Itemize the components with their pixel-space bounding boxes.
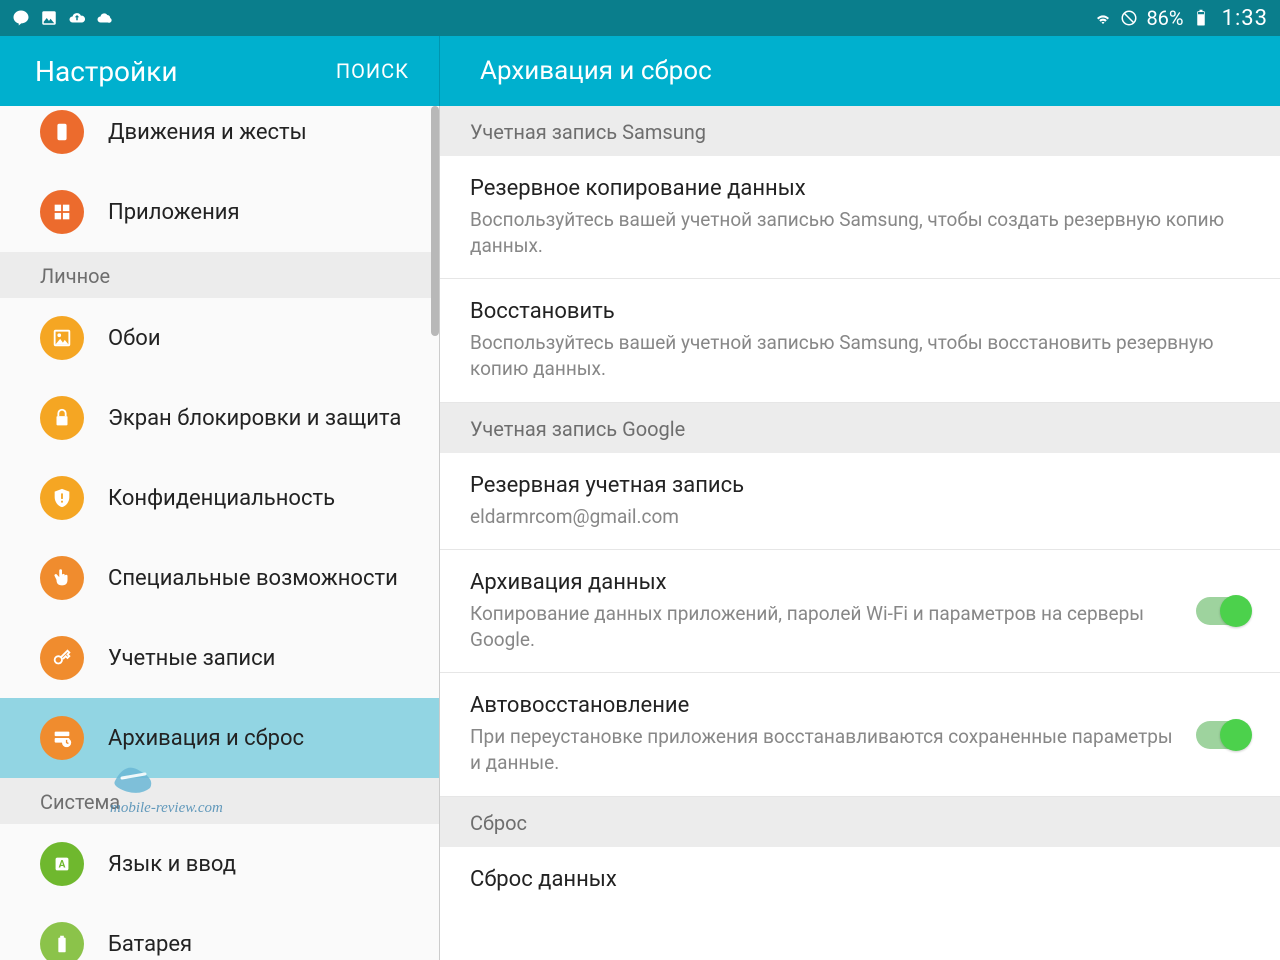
gallery-icon: [40, 9, 58, 27]
item-autorestore[interactable]: Автовосстановление При переустановке при…: [440, 673, 1280, 796]
wallpaper-icon: [40, 316, 84, 360]
status-bar: 86% 1:33: [0, 0, 1280, 36]
battery-percent: 86%: [1146, 6, 1183, 30]
item-title: Архивация данных: [470, 570, 1176, 595]
sidebar-item-label: Экран блокировки и защита: [108, 406, 401, 431]
item-archive-data[interactable]: Архивация данных Копирование данных прил…: [440, 550, 1280, 673]
sidebar-item-battery[interactable]: Батарея: [0, 904, 439, 960]
item-subtitle: Воспользуйтесь вашей учетной записью Sam…: [470, 330, 1250, 381]
sidebar-item-label: Обои: [108, 326, 161, 351]
item-backup-data[interactable]: Резервное копирование данных Воспользуйт…: [440, 156, 1280, 279]
hangouts-icon: [12, 9, 30, 27]
detail-title: Архивация и сброс: [480, 56, 712, 86]
item-subtitle: Копирование данных приложений, паролей W…: [470, 601, 1176, 652]
backup-icon: [40, 716, 84, 760]
sidebar-item-backup[interactable]: Архивация и сброс: [0, 698, 439, 778]
language-icon: A: [40, 842, 84, 886]
privacy-icon: [40, 476, 84, 520]
settings-title: Настройки: [35, 55, 177, 88]
section-system: Система: [0, 778, 439, 824]
cloud-upload-icon: [68, 9, 86, 27]
sidebar-item-label: Специальные возможности: [108, 566, 398, 591]
item-restore[interactable]: Восстановить Воспользуйтесь вашей учетно…: [440, 279, 1280, 402]
battery-settings-icon: [40, 922, 84, 960]
scrollbar[interactable]: [431, 106, 439, 336]
item-factory-reset[interactable]: Сброс данных: [440, 847, 1280, 918]
sidebar-item-lockscreen[interactable]: Экран блокировки и защита: [0, 378, 439, 458]
sidebar-item-label: Батарея: [108, 932, 192, 957]
clock: 1:33: [1222, 6, 1268, 31]
sidebar-item-accessibility[interactable]: Специальные возможности: [0, 538, 439, 618]
item-subtitle: Воспользуйтесь вашей учетной записью Sam…: [470, 207, 1250, 258]
search-button[interactable]: ПОИСК: [336, 59, 409, 83]
key-icon: [40, 636, 84, 680]
section-google: Учетная запись Google: [440, 403, 1280, 453]
apps-icon: [40, 190, 84, 234]
wifi-icon: [1094, 9, 1112, 27]
sidebar-item-privacy[interactable]: Конфиденциальность: [0, 458, 439, 538]
motion-icon: [40, 110, 84, 154]
detail-panel[interactable]: Учетная запись Samsung Резервное копиров…: [440, 106, 1280, 960]
item-subtitle: При переустановке приложения восстанавли…: [470, 724, 1176, 775]
sidebar-item-accounts[interactable]: Учетные записи: [0, 618, 439, 698]
item-title: Автовосстановление: [470, 693, 1176, 718]
sidebar-item-label: Учетные записи: [108, 646, 275, 671]
no-disturb-icon: [1120, 9, 1138, 27]
item-title: Резервное копирование данных: [470, 176, 1250, 201]
lock-icon: [40, 396, 84, 440]
item-title: Восстановить: [470, 299, 1250, 324]
toggle-autorestore[interactable]: [1196, 721, 1250, 749]
sidebar-item-label: Конфиденциальность: [108, 486, 335, 511]
section-samsung: Учетная запись Samsung: [440, 106, 1280, 156]
hand-icon: [40, 556, 84, 600]
settings-sidebar[interactable]: Движения и жесты Приложения Личное Обои …: [0, 106, 440, 960]
sidebar-item-apps[interactable]: Приложения: [0, 172, 439, 252]
sidebar-item-label: Язык и ввод: [108, 852, 236, 877]
svg-text:A: A: [59, 860, 66, 871]
item-title: Резервная учетная запись: [470, 473, 1250, 498]
section-personal: Личное: [0, 252, 439, 298]
app-bar: Настройки ПОИСК Архивация и сброс: [0, 36, 1280, 106]
toggle-archive[interactable]: [1196, 597, 1250, 625]
sidebar-item-wallpaper[interactable]: Обои: [0, 298, 439, 378]
onedrive-icon: [96, 9, 114, 27]
sidebar-item-motion[interactable]: Движения и жесты: [0, 106, 439, 172]
section-reset: Сброс: [440, 797, 1280, 847]
sidebar-item-label: Приложения: [108, 200, 240, 225]
sidebar-item-language[interactable]: A Язык и ввод: [0, 824, 439, 904]
battery-icon: [1192, 9, 1210, 27]
item-backup-account[interactable]: Резервная учетная запись eldarmrcom@gmai…: [440, 453, 1280, 551]
sidebar-item-label: Архивация и сброс: [108, 726, 304, 751]
item-title: Сброс данных: [470, 867, 1250, 892]
sidebar-item-label: Движения и жесты: [108, 120, 307, 145]
item-subtitle: eldarmrcom@gmail.com: [470, 504, 1250, 530]
